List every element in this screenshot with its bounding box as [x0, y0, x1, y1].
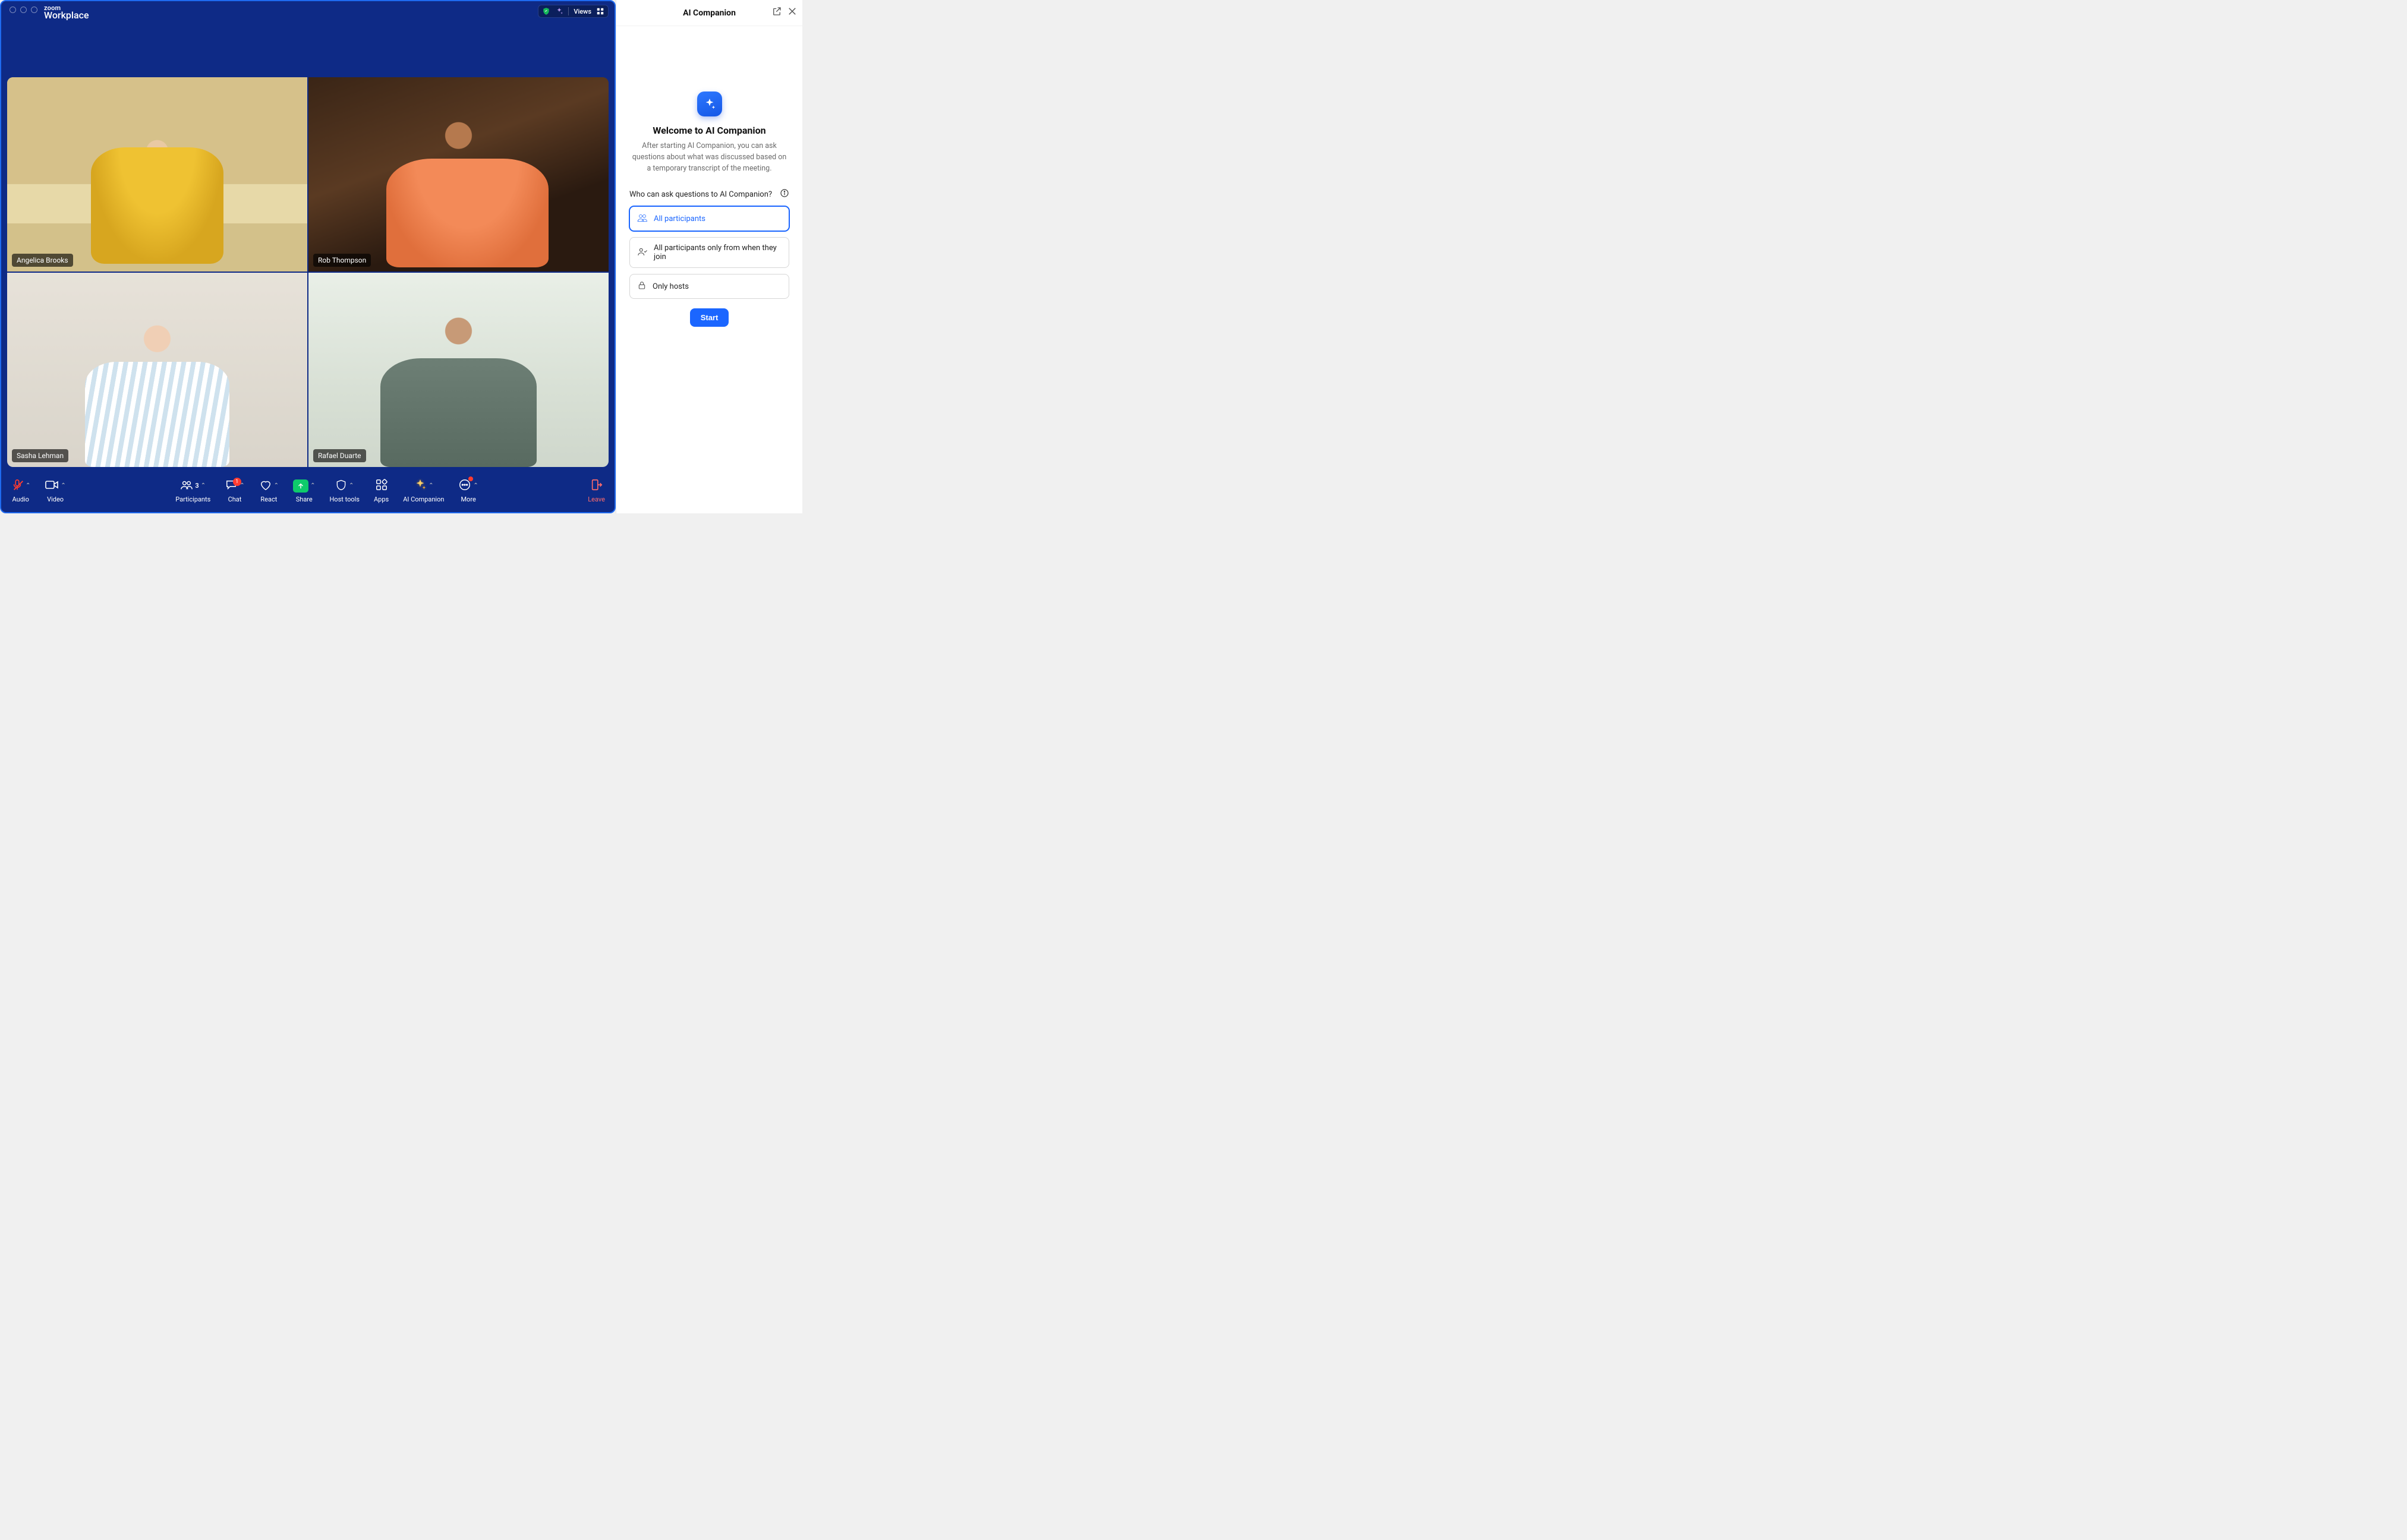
shield-icon — [335, 478, 347, 493]
toolbar-label: Host tools — [329, 496, 360, 503]
pop-out-icon[interactable] — [771, 6, 782, 19]
more-icon — [458, 478, 471, 493]
toolbar-label: Leave — [588, 496, 605, 503]
participant-tile[interactable]: Angelica Brooks — [7, 77, 307, 272]
ai-sparkle-icon[interactable] — [555, 7, 563, 15]
panel-description: After starting AI Companion, you can ask… — [629, 141, 789, 174]
react-button[interactable]: ⌃ React — [259, 479, 279, 503]
permission-question: Who can ask questions to AI Companion? — [629, 190, 772, 199]
app-brand: zoom Workplace — [44, 5, 89, 20]
video-grid: Angelica Brooks Rob Thompson Sasha Lehma… — [7, 77, 609, 467]
maximize-window-icon[interactable] — [31, 7, 37, 13]
participants-button[interactable]: 3 ⌃ Participants — [175, 479, 210, 503]
video-button[interactable]: ⌃ Video — [45, 479, 65, 503]
minimize-window-icon[interactable] — [20, 7, 27, 13]
panel-title: AI Companion — [683, 8, 736, 18]
toolbar-label: Participants — [175, 496, 210, 503]
chevron-up-icon[interactable]: ⌃ — [349, 482, 354, 489]
brand-workplace: Workplace — [44, 11, 89, 20]
views-button[interactable]: Views — [574, 8, 591, 15]
toolbar-label: More — [461, 496, 475, 503]
toolbar-label: Share — [296, 496, 313, 503]
audio-button[interactable]: ⌃ Audio — [11, 479, 30, 503]
grid-view-icon[interactable] — [596, 7, 604, 15]
notification-dot-icon — [468, 476, 473, 481]
participant-tile[interactable]: Sasha Lehman — [7, 273, 307, 467]
toolbar-label: Audio — [12, 496, 29, 503]
ai-companion-logo-icon — [697, 91, 722, 116]
heart-icon — [259, 479, 272, 493]
person-check-icon — [637, 247, 648, 258]
video-feed — [7, 77, 307, 272]
panel-body: Welcome to AI Companion After starting A… — [616, 26, 802, 327]
choice-label: Only hosts — [653, 282, 689, 291]
host-tools-button[interactable]: ⌃ Host tools — [329, 479, 360, 503]
meeting-toolbar: ⌃ Audio ⌃ Video — [1, 473, 615, 512]
chevron-up-icon[interactable]: ⌃ — [26, 482, 30, 489]
window-controls[interactable] — [10, 7, 37, 13]
meeting-window: zoom Workplace Views Angeli — [0, 0, 616, 513]
chat-button[interactable]: 1 ⌃ Chat — [225, 479, 244, 503]
pill-divider — [568, 7, 569, 15]
permission-choice-list: All participants All participants only f… — [629, 206, 789, 299]
chat-unread-badge: 1 — [233, 478, 241, 486]
video-feed — [7, 273, 307, 467]
participant-name-chip: Rafael Duarte — [313, 449, 366, 462]
participant-name-chip: Angelica Brooks — [12, 254, 73, 267]
close-window-icon[interactable] — [10, 7, 16, 13]
apps-icon — [375, 478, 388, 493]
participant-tile[interactable]: Rob Thompson — [308, 77, 609, 272]
participant-name-chip: Sasha Lehman — [12, 449, 68, 462]
participant-name-chip: Rob Thompson — [313, 254, 371, 267]
toolbar-label: Video — [47, 496, 64, 503]
close-icon[interactable] — [787, 6, 798, 19]
participants-count: 3 — [195, 482, 199, 490]
choice-label: All participants only from when they joi… — [654, 244, 782, 261]
lock-icon — [637, 280, 647, 292]
choice-only-hosts[interactable]: Only hosts — [629, 274, 789, 299]
video-feed — [308, 273, 609, 467]
leave-icon — [590, 478, 603, 493]
chevron-up-icon[interactable]: ⌃ — [201, 482, 206, 489]
ai-companion-panel: AI Companion Welcome to AI Companion Aft… — [616, 0, 802, 513]
more-button[interactable]: ⌃ More — [458, 479, 478, 503]
toolbar-label: Chat — [228, 496, 242, 503]
toolbar-label: React — [260, 496, 277, 503]
toolbar-label: AI Companion — [403, 496, 444, 503]
choice-all-participants[interactable]: All participants — [629, 206, 789, 231]
window-titlebar: zoom Workplace Views — [1, 1, 615, 18]
start-button[interactable]: Start — [690, 308, 729, 327]
chevron-up-icon[interactable]: ⌃ — [473, 482, 478, 489]
participant-tile[interactable]: Rafael Duarte — [308, 273, 609, 467]
permission-question-row: Who can ask questions to AI Companion? — [629, 188, 789, 200]
ai-companion-icon — [414, 478, 427, 493]
choice-label: All participants — [654, 214, 705, 223]
panel-header: AI Companion — [616, 0, 802, 26]
leave-button[interactable]: Leave — [588, 479, 605, 503]
chevron-up-icon[interactable]: ⌃ — [61, 482, 65, 489]
video-camera-icon — [45, 479, 59, 493]
share-button[interactable]: ⌃ Share — [293, 479, 315, 503]
chevron-up-icon[interactable]: ⌃ — [274, 482, 279, 489]
microphone-muted-icon — [11, 478, 24, 493]
participants-icon — [180, 479, 193, 493]
info-icon[interactable] — [780, 188, 789, 200]
chevron-up-icon[interactable]: ⌃ — [310, 482, 315, 489]
video-feed — [308, 77, 609, 272]
choice-from-when-they-join[interactable]: All participants only from when they joi… — [629, 237, 789, 268]
toolbar-label: Apps — [374, 496, 389, 503]
ai-companion-button[interactable]: ⌃ AI Companion — [403, 479, 444, 503]
share-screen-icon — [293, 479, 308, 493]
chevron-up-icon[interactable]: ⌃ — [429, 482, 433, 489]
meeting-status-pill: Views — [538, 5, 609, 18]
panel-welcome-heading: Welcome to AI Companion — [653, 125, 765, 136]
people-filled-icon — [637, 213, 648, 225]
apps-button[interactable]: Apps — [374, 479, 389, 503]
encryption-shield-icon[interactable] — [542, 7, 550, 15]
